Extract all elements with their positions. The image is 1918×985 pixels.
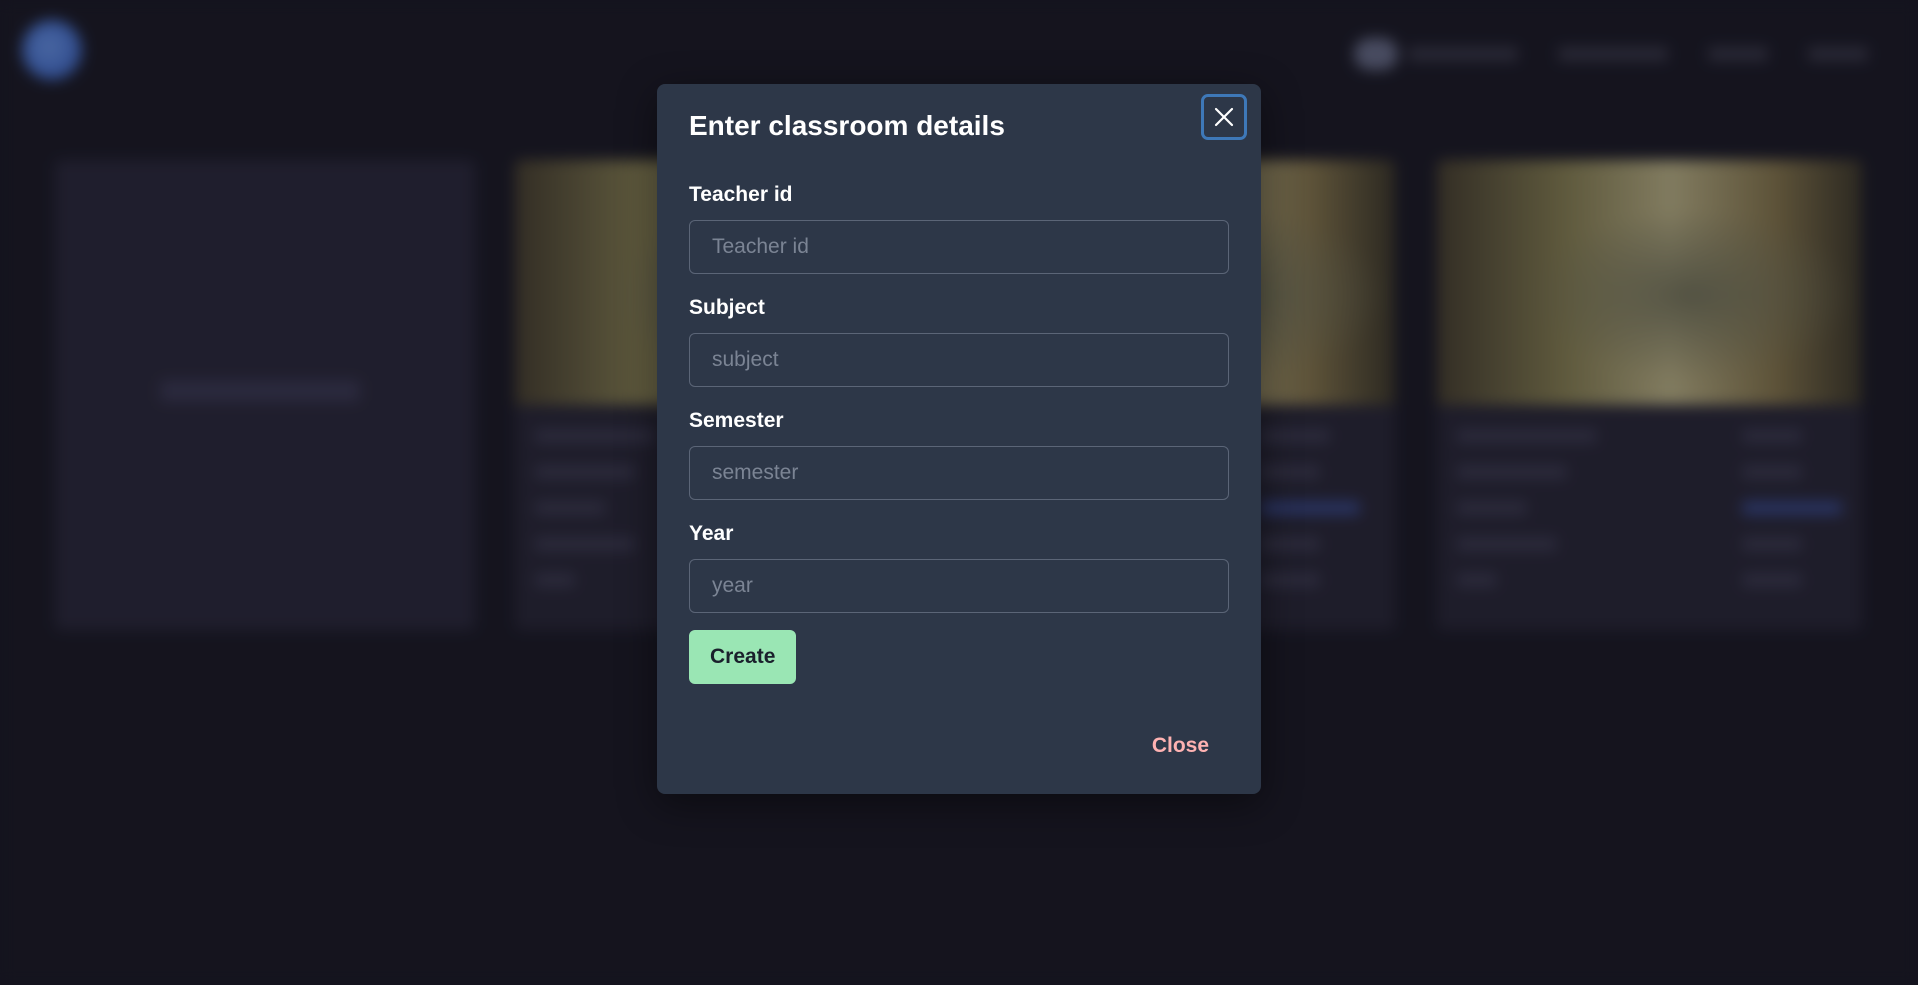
modal-close-button[interactable] xyxy=(1201,94,1247,140)
close-button[interactable]: Close xyxy=(1152,734,1209,758)
year-input[interactable] xyxy=(689,559,1229,613)
subject-input[interactable] xyxy=(689,333,1229,387)
year-label: Year xyxy=(689,522,734,545)
close-icon xyxy=(1214,107,1234,127)
subject-label: Subject xyxy=(689,296,765,319)
classroom-form: Teacher id Subject Semester Year Create xyxy=(689,182,1229,684)
create-classroom-modal: Enter classroom details Teacher id Subje… xyxy=(657,84,1261,794)
teacher-id-input[interactable] xyxy=(689,220,1229,274)
semester-label: Semester xyxy=(689,409,784,432)
semester-input[interactable] xyxy=(689,446,1229,500)
modal-title: Enter classroom details xyxy=(689,110,1005,141)
teacher-id-label: Teacher id xyxy=(689,183,793,206)
create-button[interactable]: Create xyxy=(689,630,797,684)
